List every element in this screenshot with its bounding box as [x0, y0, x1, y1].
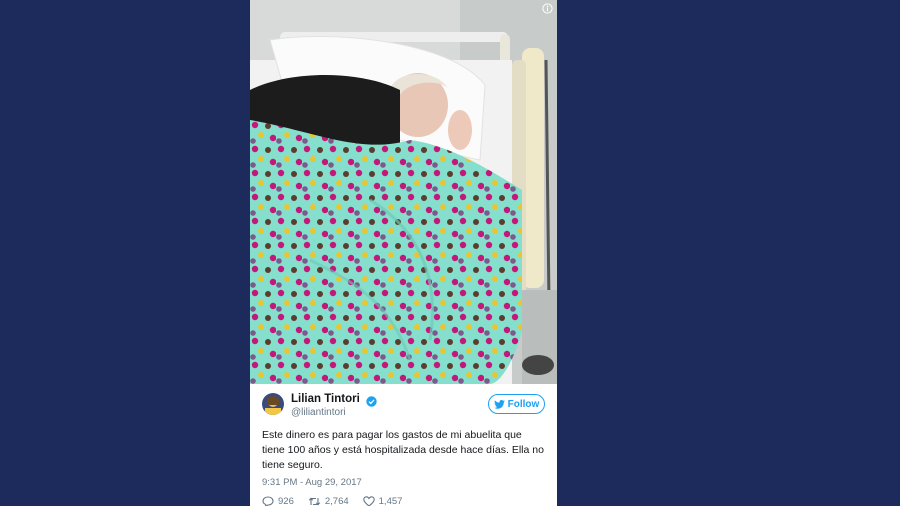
- reply-icon: [262, 496, 274, 506]
- tweet-text: Este dinero es para pagar los gastos de …: [262, 429, 544, 471]
- follow-button[interactable]: Follow: [488, 394, 545, 414]
- reply-count: 926: [278, 496, 294, 506]
- heart-icon: [362, 496, 375, 506]
- author-display-name[interactable]: Lilian Tintori: [291, 393, 360, 405]
- twitter-bird-icon: [493, 399, 505, 409]
- follow-button-label: Follow: [507, 398, 540, 410]
- retweet-count: 2,764: [324, 496, 349, 506]
- tweet-timestamp[interactable]: 9:31 PM - Aug 29, 2017: [262, 477, 545, 488]
- embedded-tweet-card: Lilian Tintori @liliantintori Follow Est…: [250, 0, 557, 506]
- info-icon[interactable]: [542, 3, 553, 14]
- author-handle[interactable]: @liliantintori: [291, 407, 346, 418]
- like-count: 1,457: [378, 496, 403, 506]
- retweet-action[interactable]: 2,764: [308, 496, 349, 506]
- retweet-icon: [308, 497, 320, 506]
- like-action[interactable]: 1,457: [362, 496, 403, 506]
- avatar[interactable]: [262, 393, 284, 415]
- tweet-photo[interactable]: [250, 0, 557, 384]
- tweet-author-row: Lilian Tintori @liliantintori Follow: [262, 392, 545, 422]
- tweet-actions: 926 2,764 1,457: [262, 496, 545, 506]
- reply-action[interactable]: 926: [262, 496, 294, 506]
- hospital-photo-illustration: [250, 0, 557, 384]
- verified-badge-icon: [366, 394, 377, 407]
- tweet-body: Lilian Tintori @liliantintori Follow Est…: [250, 384, 557, 506]
